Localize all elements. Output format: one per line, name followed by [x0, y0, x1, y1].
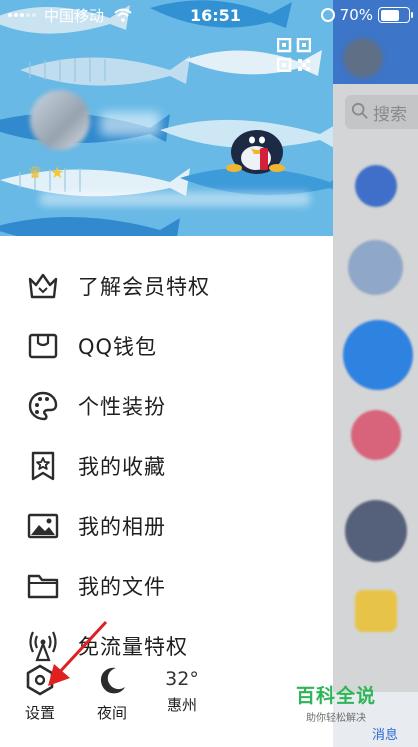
- image-icon: [26, 509, 60, 543]
- weather-widget[interactable]: 32° 惠州: [147, 662, 217, 732]
- menu-item-label: QQ钱包: [78, 335, 158, 359]
- user-avatar[interactable]: [30, 90, 90, 150]
- menu-item-album[interactable]: 我的相册: [0, 496, 333, 556]
- rotation-lock-icon: [320, 8, 335, 22]
- panel-search-placeholder: 搜索: [373, 105, 407, 125]
- menu-item-theme[interactable]: 个性装扮: [0, 376, 333, 436]
- crown-outline-icon: [26, 269, 60, 303]
- search-icon: [351, 102, 368, 119]
- menu-item-label: 我的相册: [78, 515, 166, 539]
- weather-temperature: 32°: [165, 668, 199, 690]
- conversation-avatar[interactable]: [343, 320, 413, 390]
- crown-icon[interactable]: ♛: [28, 163, 42, 182]
- user-nickname[interactable]: [100, 112, 160, 136]
- profile-header[interactable]: ♛ ★: [0, 0, 333, 236]
- night-mode-label: 夜间: [96, 704, 127, 722]
- menu-item-label: 我的收藏: [78, 455, 166, 479]
- red-arrow-annotation: [48, 620, 108, 686]
- conversation-avatar[interactable]: [348, 240, 403, 295]
- menu-item-label: 我的文件: [78, 575, 166, 599]
- conversation-avatar[interactable]: [355, 590, 397, 632]
- battery-group: 70%: [320, 6, 413, 24]
- palette-icon: [26, 389, 60, 423]
- menu-item-files[interactable]: 我的文件: [0, 556, 333, 616]
- carrier-group: 中国移动: [8, 5, 132, 26]
- menu-item-label: 了解会员特权: [78, 275, 210, 299]
- carrier-name: 中国移动: [44, 6, 105, 25]
- qr-code-icon[interactable]: [277, 38, 311, 72]
- weather-city: 惠州: [166, 696, 197, 714]
- watermark: 百科全说 助你轻松解决: [296, 681, 376, 724]
- battery-percent: 70%: [339, 6, 373, 24]
- status-bar: 中国移动 16:51 70%: [0, 0, 418, 30]
- conversation-avatar[interactable]: [351, 410, 401, 460]
- tab-messages[interactable]: 消息: [372, 724, 398, 743]
- signal-icon: [8, 13, 36, 17]
- bookmark-star-icon: [26, 449, 60, 483]
- settings-label: 设置: [24, 704, 55, 722]
- panel-avatar[interactable]: [343, 38, 383, 78]
- menu-item-label: 个性装扮: [78, 395, 166, 419]
- wallet-icon: [26, 329, 60, 363]
- menu-item-vip[interactable]: 了解会员特权: [0, 256, 333, 316]
- conversation-avatar[interactable]: [355, 165, 397, 207]
- penguin-icon: [226, 130, 285, 174]
- conversation-avatar[interactable]: [345, 500, 407, 562]
- folder-icon: [26, 569, 60, 603]
- battery-icon: [378, 7, 413, 23]
- user-signature[interactable]: [40, 192, 310, 206]
- watermark-subtitle: 助你轻松解决: [306, 713, 366, 724]
- drawer-menu: 了解会员特权 QQ钱包 个性装扮 我的收藏 我的相册 我的文件 免流量特权: [0, 256, 333, 676]
- watermark-title: 百科全说: [296, 685, 377, 707]
- wifi-icon: [114, 8, 132, 22]
- star-icon[interactable]: ★: [50, 163, 64, 182]
- clock: 16:51: [190, 6, 241, 25]
- menu-item-wallet[interactable]: QQ钱包: [0, 316, 333, 376]
- menu-item-favorites[interactable]: 我的收藏: [0, 436, 333, 496]
- background-conversation-panel[interactable]: 搜索: [333, 0, 418, 747]
